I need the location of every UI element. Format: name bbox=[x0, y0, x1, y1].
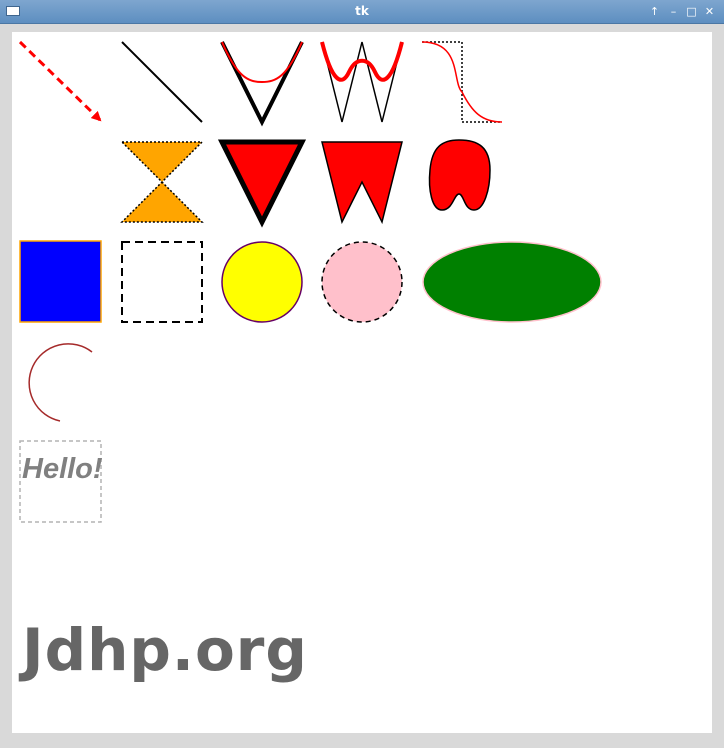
title-bar[interactable]: tk ↑ – □ ✕ bbox=[0, 0, 724, 24]
pin-icon[interactable]: ↑ bbox=[646, 3, 663, 20]
hello-text: Hello! bbox=[22, 453, 103, 485]
diagonal-line bbox=[121, 41, 203, 123]
jdhp-logo: Jdhp.org bbox=[18, 616, 308, 684]
maximize-button[interactable]: □ bbox=[683, 3, 700, 20]
brown-arc bbox=[28, 343, 93, 422]
pink-dashed-circle bbox=[321, 241, 403, 323]
blue-square bbox=[19, 240, 102, 323]
w-polygon bbox=[321, 141, 403, 225]
minimize-button[interactable]: – bbox=[665, 3, 682, 20]
w-smooth-curve bbox=[320, 41, 404, 82]
drawing-canvas[interactable]: Hello! Jdhp.org bbox=[12, 32, 712, 733]
smooth-blob-polygon bbox=[428, 139, 491, 211]
dashed-arrow-line bbox=[18, 40, 102, 122]
inverted-triangle bbox=[217, 139, 307, 228]
yellow-circle bbox=[221, 241, 303, 323]
dashed-square bbox=[121, 241, 203, 323]
hourglass-polygon bbox=[120, 141, 204, 223]
close-button[interactable]: ✕ bbox=[701, 3, 718, 20]
w-polyline bbox=[321, 41, 403, 123]
window-title: tk bbox=[355, 4, 369, 18]
dotted-step-line bbox=[422, 41, 502, 123]
canvas-drawing: Hello! Jdhp.org bbox=[18, 40, 602, 684]
green-ellipse bbox=[422, 241, 602, 323]
